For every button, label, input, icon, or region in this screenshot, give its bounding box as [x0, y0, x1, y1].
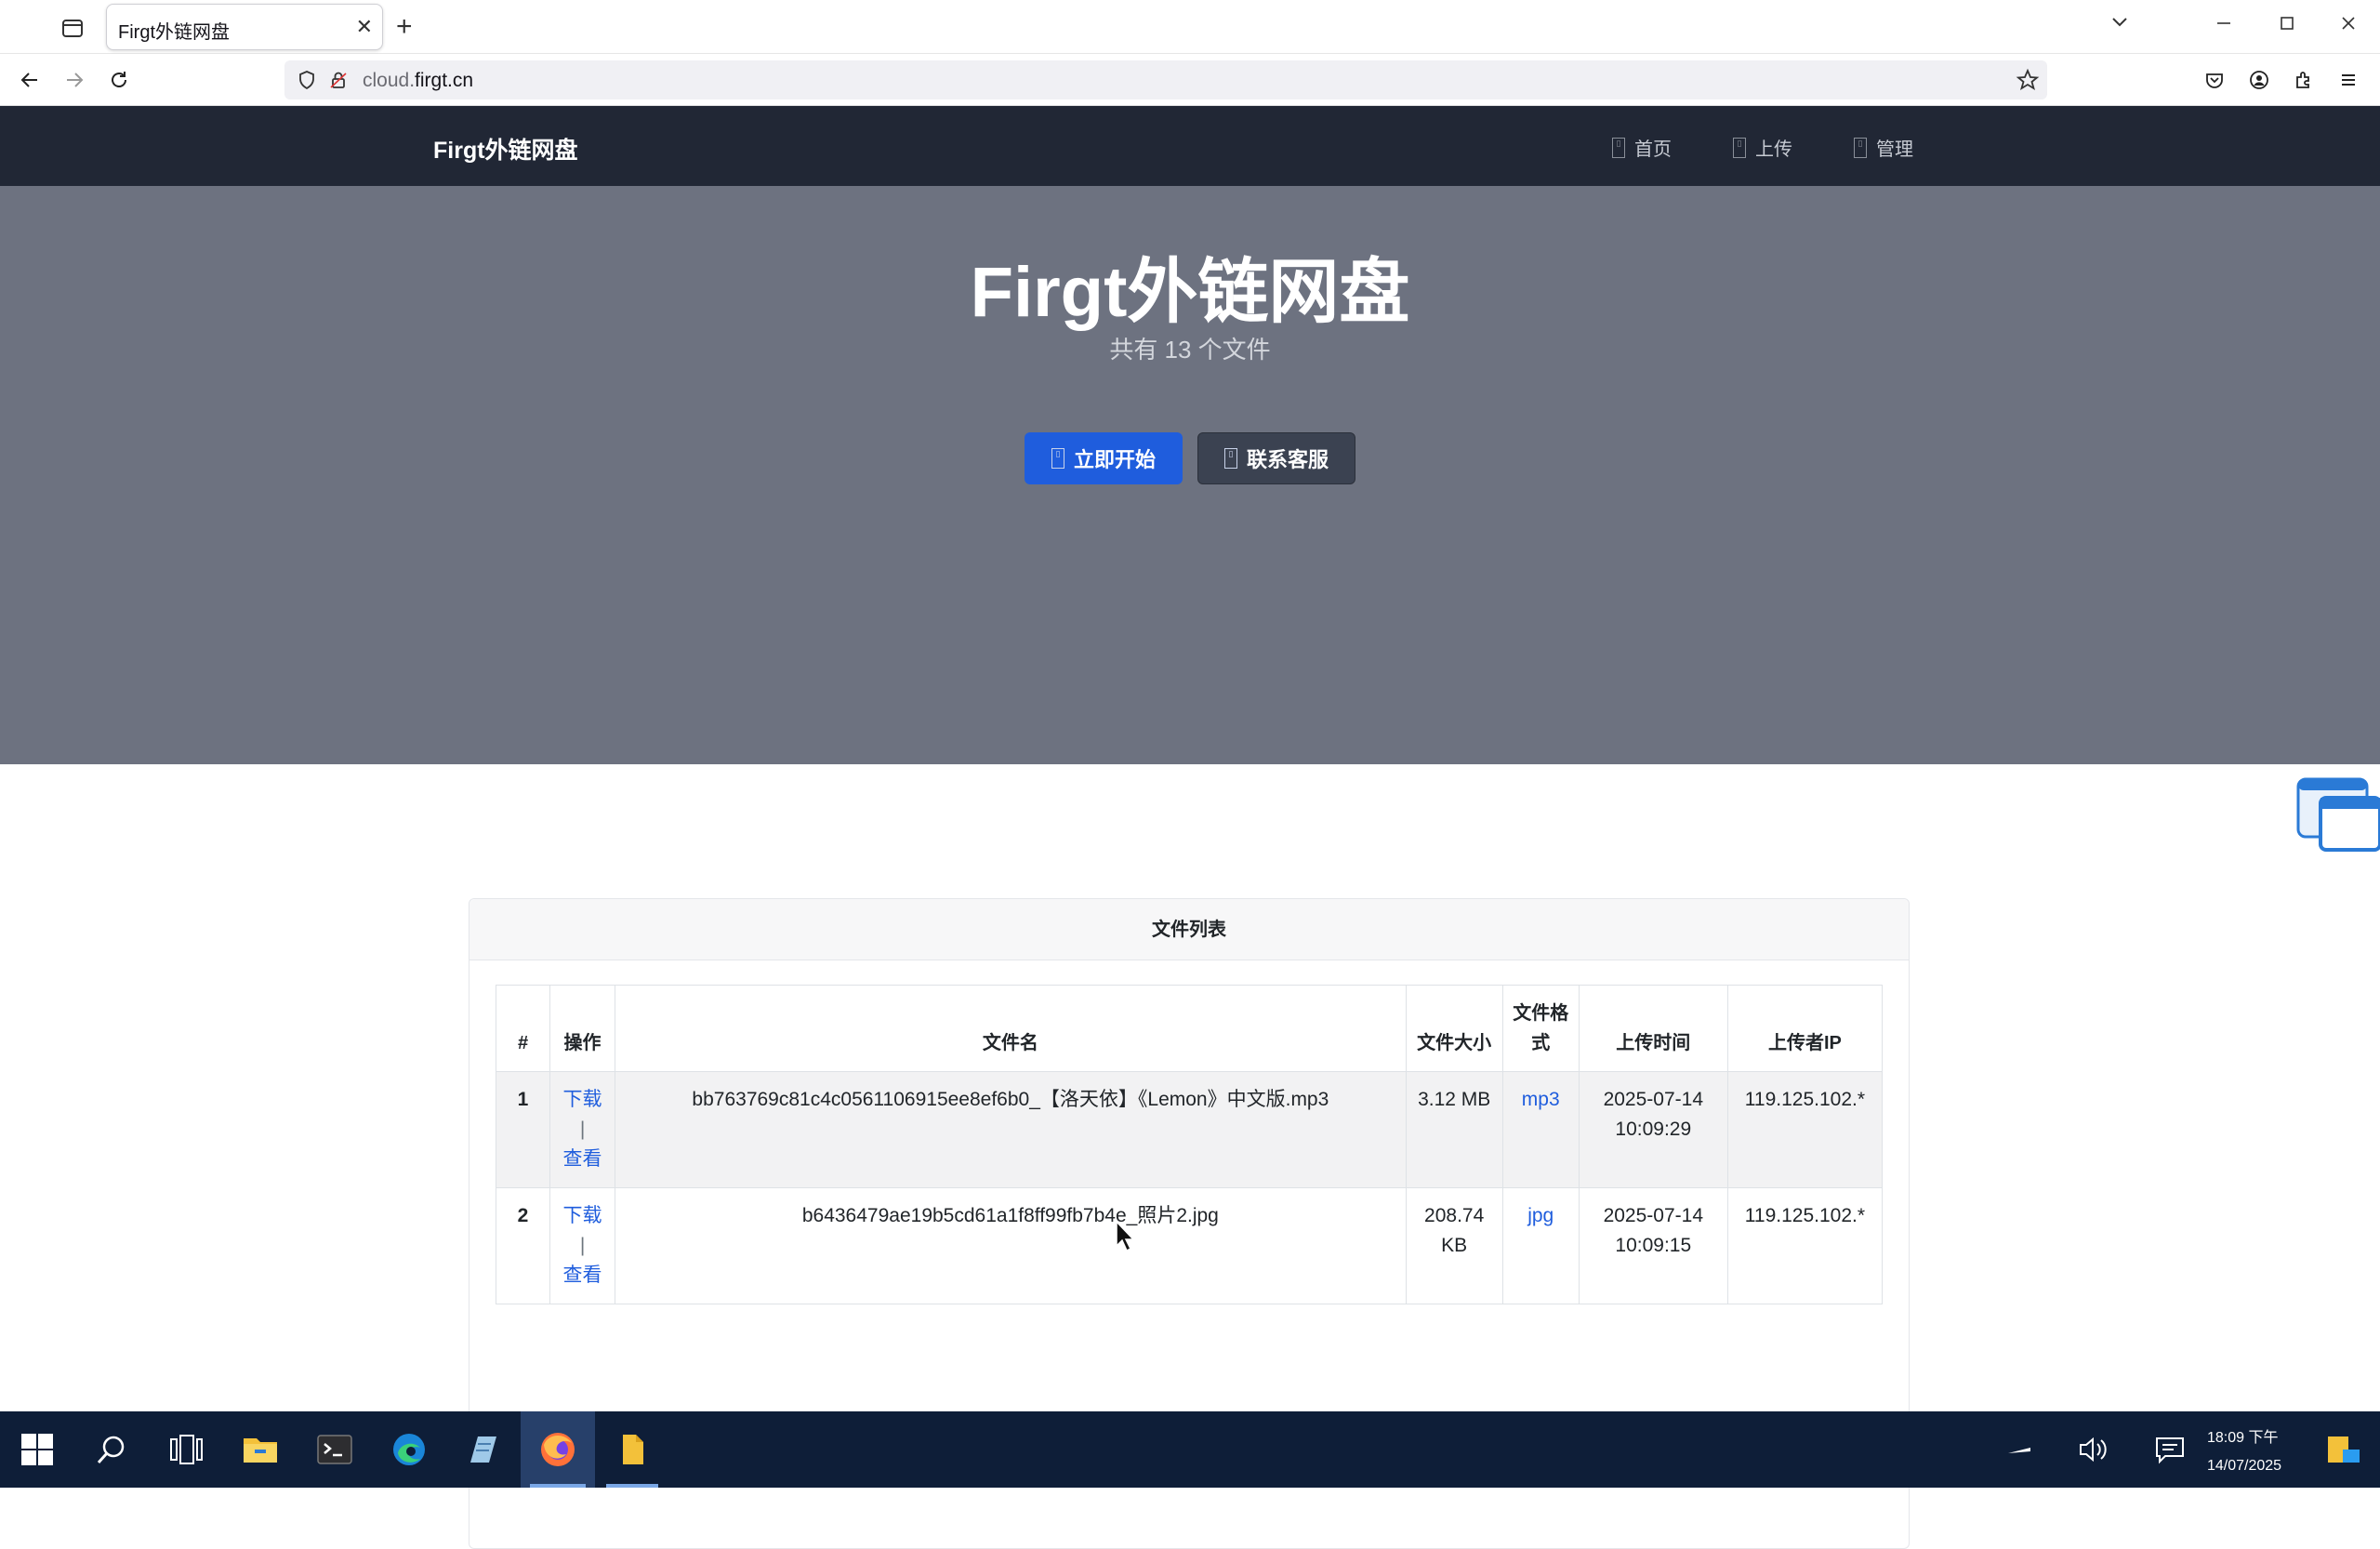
- list-all-tabs-icon[interactable]: [2101, 9, 2138, 43]
- view-link[interactable]: 查看: [563, 1148, 602, 1170]
- col-size: 文件大小: [1405, 985, 1503, 1072]
- table-header-row: # 操作 文件名 文件大小 文件格式 上传时间 上传者IP: [495, 985, 1884, 1072]
- notepad-icon[interactable]: [461, 1427, 506, 1472]
- row-time: 2025-07-14 10:09:15: [1578, 1187, 1728, 1304]
- forward-icon[interactable]: [58, 63, 91, 97]
- edge-browser-icon[interactable]: [387, 1427, 431, 1472]
- extensions-icon[interactable]: [2287, 63, 2320, 97]
- row-format[interactable]: mp3: [1501, 1071, 1580, 1188]
- start-icon: ▯: [1051, 448, 1064, 469]
- address-bar[interactable]: cloud.firgt.cn: [284, 60, 2047, 99]
- col-time: 上传时间: [1578, 985, 1728, 1072]
- nav-link-admin[interactable]: ▯ 管理: [1854, 134, 1913, 161]
- file-table: # 操作 文件名 文件大小 文件格式 上传时间 上传者IP 1 下载 | 查看 …: [495, 985, 1884, 1304]
- row-size: 208.74 KB: [1405, 1187, 1503, 1304]
- tab-title: Firgt外链网盘: [118, 22, 230, 43]
- row-index: 1: [495, 1071, 551, 1188]
- firefox-icon[interactable]: [536, 1427, 580, 1472]
- folder-icon[interactable]: [610, 1427, 654, 1472]
- account-icon[interactable]: [2242, 63, 2276, 97]
- volume-icon[interactable]: [2071, 1427, 2116, 1472]
- clock-time[interactable]: 18:09 下午: [2207, 1424, 2279, 1447]
- notifications-icon[interactable]: [2148, 1427, 2192, 1472]
- hero-title: Firgt外链网盘: [970, 253, 1410, 332]
- row-index: 2: [495, 1187, 551, 1304]
- hero-section: Firgt外链网盘 共有 13 个文件 ▯ 立即开始 ▯ 联系客服: [0, 186, 2380, 764]
- col-filename: 文件名: [615, 985, 1407, 1072]
- site-brand[interactable]: Firgt外链网盘: [433, 132, 578, 165]
- url-text: cloud.firgt.cn: [363, 70, 474, 91]
- task-view-icon[interactable]: [164, 1427, 208, 1472]
- firefox-running-indicator: [530, 1484, 586, 1488]
- bookmark-star-icon[interactable]: [2016, 68, 2040, 97]
- row-ip: 119.125.102.*: [1726, 1071, 1884, 1188]
- col-ip: 上传者IP: [1726, 985, 1884, 1072]
- table-row: 2 下载 | 查看 b6436479ae19b5cd61a1f8ff99fb7b…: [495, 1187, 1884, 1304]
- mouse-cursor-icon: [1115, 1220, 1137, 1258]
- nav-link-home[interactable]: ▯ 首页: [1612, 134, 1672, 161]
- minimize-icon[interactable]: [2205, 9, 2242, 43]
- action-separator: |: [579, 1119, 586, 1140]
- menu-icon[interactable]: [2332, 63, 2365, 97]
- reload-icon[interactable]: [102, 63, 136, 97]
- folder-running-indicator: [606, 1484, 658, 1488]
- start-menu-icon[interactable]: [15, 1427, 60, 1472]
- table-row: 1 下载 | 查看 bb763769c81c4c0561106915ee8ef6…: [495, 1071, 1884, 1188]
- file-list-title: 文件列表: [469, 899, 1909, 960]
- view-link[interactable]: 查看: [563, 1264, 602, 1286]
- tray-chevron-icon[interactable]: [1997, 1427, 2042, 1472]
- back-icon[interactable]: [13, 63, 46, 97]
- pocket-icon[interactable]: [2198, 63, 2231, 97]
- shield-icon[interactable]: [296, 69, 318, 96]
- show-desktop-icon[interactable]: [2320, 1427, 2365, 1472]
- terminal-icon[interactable]: [312, 1427, 357, 1472]
- admin-icon: ▯: [1854, 137, 1867, 158]
- support-icon: ▯: [1223, 448, 1237, 469]
- close-tab-icon[interactable]: ✕: [356, 15, 373, 39]
- browser-tab-bar: Firgt外链网盘 ✕ +: [0, 0, 2380, 54]
- floating-window-icon[interactable]: [2296, 777, 2380, 852]
- nav-link-upload[interactable]: ▯ 上传: [1733, 134, 1792, 161]
- row-ip: 119.125.102.*: [1726, 1187, 1884, 1304]
- row-format[interactable]: jpg: [1501, 1187, 1580, 1304]
- row-actions: 下载 | 查看: [549, 1071, 616, 1188]
- row-filename: bb763769c81c4c0561106915ee8ef6b0_【洛天依】《L…: [615, 1071, 1407, 1188]
- lock-icon[interactable]: [327, 69, 350, 96]
- tab-manager-icon[interactable]: [58, 13, 87, 43]
- upload-icon: ▯: [1733, 137, 1746, 158]
- contact-support-button[interactable]: ▯ 联系客服: [1197, 432, 1355, 484]
- col-action: 操作: [549, 985, 616, 1072]
- clock-date[interactable]: 14/07/2025: [2207, 1458, 2281, 1475]
- browser-tab-active[interactable]: Firgt外链网盘 ✕: [106, 4, 383, 50]
- row-time: 2025-07-14 10:09:29: [1578, 1071, 1728, 1188]
- close-window-icon[interactable]: [2330, 9, 2367, 43]
- row-size: 3.12 MB: [1405, 1071, 1503, 1188]
- maximize-icon[interactable]: [2268, 9, 2306, 43]
- home-icon: ▯: [1612, 137, 1625, 158]
- download-link[interactable]: 下载: [563, 1205, 602, 1226]
- start-button[interactable]: ▯ 立即开始: [1025, 432, 1183, 484]
- site-navbar: Firgt外链网盘 ▯ 首页 ▯ 上传 ▯ 管理: [0, 106, 2380, 186]
- download-link[interactable]: 下载: [563, 1089, 602, 1110]
- file-count-text: 共有 13 个文件: [1109, 336, 1271, 364]
- new-tab-button[interactable]: +: [396, 11, 413, 43]
- row-actions: 下载 | 查看: [549, 1187, 616, 1304]
- file-explorer-icon[interactable]: [238, 1427, 283, 1472]
- col-format: 文件格式: [1501, 985, 1580, 1072]
- search-icon[interactable]: [89, 1427, 134, 1472]
- row-filename: b6436479ae19b5cd61a1f8ff99fb7b4e_照片2.jpg: [615, 1187, 1407, 1304]
- action-separator: |: [579, 1235, 586, 1256]
- taskbar: 18:09 下午 14/07/2025: [0, 1411, 2380, 1488]
- browser-toolbar: cloud.firgt.cn: [0, 54, 2380, 106]
- col-index: #: [495, 985, 551, 1072]
